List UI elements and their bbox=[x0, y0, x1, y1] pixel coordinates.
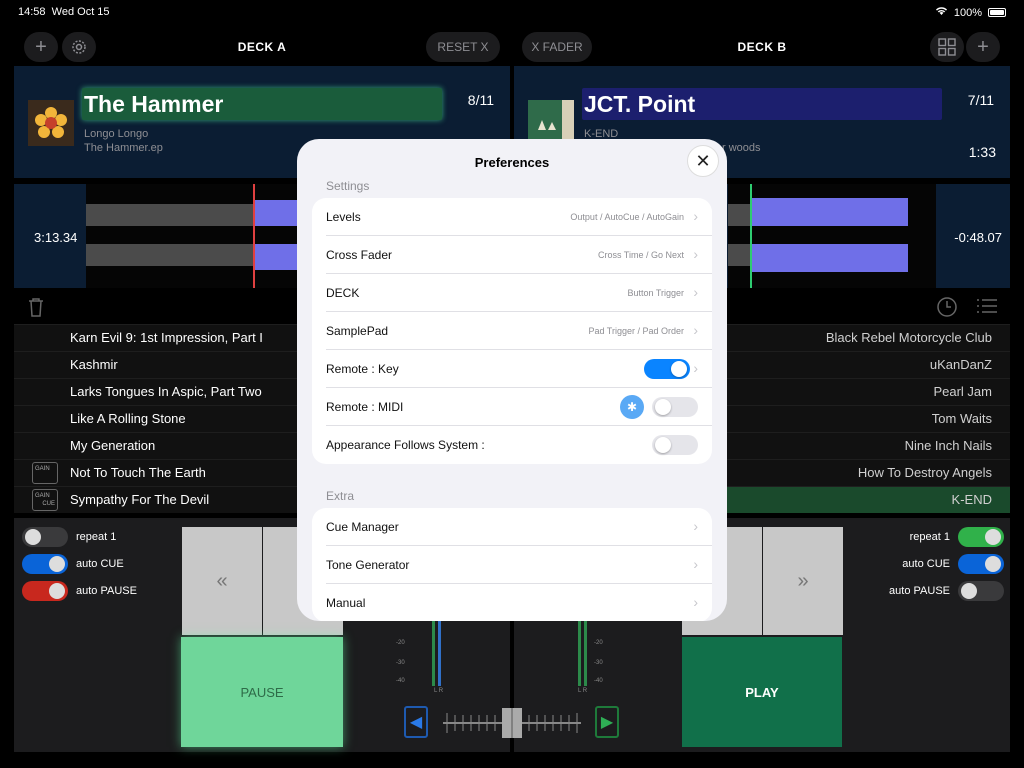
auto-pause-toggle-a-overlay[interactable]: auto PAUSE bbox=[22, 581, 137, 601]
track-count: 8/11 bbox=[467, 92, 494, 108]
extra-row-manual[interactable]: Manual › bbox=[326, 584, 712, 621]
deck-b: X FADER DECK B + JCT. Point K-END r wood… bbox=[514, 30, 1010, 601]
plus-icon: + bbox=[977, 35, 989, 58]
deck-a: + DECK A RESET X The Hammer Longo Longo … bbox=[14, 30, 510, 601]
triangle-right-icon: ▶ bbox=[600, 714, 614, 731]
deck-a-header: + DECK A RESET X bbox=[14, 30, 510, 64]
history-button[interactable] bbox=[936, 296, 958, 320]
crossfader-graphic bbox=[443, 708, 581, 738]
auto-pause-toggle-b-overlay[interactable]: auto PAUSE bbox=[889, 581, 1004, 601]
list-icon bbox=[977, 299, 997, 313]
toggle-switch[interactable] bbox=[958, 581, 1004, 601]
remote-key-toggle[interactable] bbox=[644, 359, 690, 379]
crossfader-right-button[interactable]: ▶ bbox=[595, 706, 619, 738]
list-button[interactable] bbox=[976, 296, 998, 320]
forward-button[interactable]: » bbox=[763, 527, 843, 635]
track-remaining: 1:33 bbox=[968, 144, 996, 160]
remote-midi-toggle[interactable] bbox=[652, 397, 698, 417]
chevron-right-icon: › bbox=[693, 594, 698, 610]
status-bar: 14:58 Wed Oct 15 100% bbox=[0, 0, 1024, 24]
extra-group: Cue Manager › Tone Generator › Manual › bbox=[312, 508, 712, 621]
close-button[interactable]: ✕ bbox=[687, 145, 719, 177]
dialog-title: Preferences bbox=[474, 155, 550, 170]
remaining-time: -0:48.07 bbox=[954, 230, 1002, 245]
settings-group: Levels Output / AutoCue / AutoGain › Cro… bbox=[312, 198, 712, 464]
rewind-button[interactable]: « bbox=[182, 527, 262, 635]
grid-button[interactable] bbox=[930, 32, 964, 62]
settings-row-deck[interactable]: DECK Button Trigger › bbox=[326, 274, 712, 312]
chevron-right-icon: › bbox=[693, 208, 698, 224]
clock-icon bbox=[937, 297, 957, 317]
settings-row-samplepad[interactable]: SamplePad Pad Trigger / Pad Order › bbox=[326, 312, 712, 350]
bluetooth-icon[interactable]: ✱ bbox=[620, 395, 644, 419]
album-art bbox=[28, 100, 74, 146]
crossfader-left-button[interactable]: ◀ bbox=[404, 706, 428, 738]
track-count: 7/11 bbox=[967, 92, 994, 108]
chevron-right-icon: › bbox=[693, 246, 698, 262]
level-meter-a: -20 -30 -40 L R bbox=[390, 620, 450, 695]
waveform-graphic bbox=[728, 184, 936, 288]
extra-row-cue-manager[interactable]: Cue Manager › bbox=[326, 508, 712, 546]
trash-button[interactable] bbox=[26, 296, 46, 320]
track-artist: Longo Longo bbox=[84, 128, 149, 140]
deck-b-header: X FADER DECK B + bbox=[514, 30, 1010, 64]
gain-badge: GAIN bbox=[32, 462, 58, 484]
gain-cue-badge: GAIN CUE bbox=[32, 489, 58, 511]
battery-percent: 100% bbox=[953, 6, 982, 19]
status-time: 14:58 Wed Oct 15 bbox=[18, 6, 110, 18]
settings-row-remote-key[interactable]: Remote : Key › bbox=[326, 350, 712, 388]
trash-icon bbox=[29, 298, 43, 317]
settings-row-appearance[interactable]: Appearance Follows System : bbox=[326, 426, 712, 464]
triangle-left-icon: ◀ bbox=[409, 714, 423, 731]
chevron-right-icon: › bbox=[693, 322, 698, 338]
chevron-right-icon: › bbox=[693, 556, 698, 572]
settings-row-cross-fader[interactable]: Cross Fader Cross Time / Go Next › bbox=[326, 236, 712, 274]
track-album: r woods bbox=[722, 142, 761, 154]
chevron-right-icon: › bbox=[693, 360, 698, 376]
toggle-switch[interactable] bbox=[958, 554, 1004, 574]
level-meter-b: -20 -30 -40 L R bbox=[574, 620, 634, 695]
waveform-graphic bbox=[86, 184, 298, 288]
repeat-toggle-b-overlay[interactable]: repeat 1 bbox=[910, 527, 1004, 547]
extra-row-tone-generator[interactable]: Tone Generator › bbox=[326, 546, 712, 584]
close-icon: ✕ bbox=[695, 150, 711, 171]
crossfader-slider[interactable] bbox=[443, 708, 581, 738]
preferences-dialog: Preferences ✕ Settings Levels Output / A… bbox=[297, 139, 727, 621]
reset-x-button[interactable]: RESET X bbox=[426, 32, 500, 62]
grid-icon bbox=[938, 38, 956, 56]
track-album: The Hammer.ep bbox=[84, 142, 163, 154]
extra-section-label: Extra bbox=[326, 489, 355, 503]
appearance-toggle[interactable] bbox=[652, 435, 698, 455]
elapsed-time: 3:13.34 bbox=[34, 230, 78, 245]
chevron-right-icon: › bbox=[693, 518, 698, 534]
repeat-toggle-a-overlay[interactable]: repeat 1 bbox=[22, 527, 116, 547]
track-title: JCT. Point bbox=[582, 88, 942, 120]
auto-cue-toggle-b-overlay[interactable]: auto CUE bbox=[902, 554, 1004, 574]
toggle-switch[interactable] bbox=[22, 581, 68, 601]
wifi-icon bbox=[935, 6, 948, 19]
settings-section-label: Settings bbox=[326, 179, 370, 193]
toggle-switch[interactable] bbox=[958, 527, 1004, 547]
settings-row-remote-midi[interactable]: Remote : MIDI ✱ bbox=[326, 388, 712, 426]
battery-icon bbox=[988, 8, 1006, 17]
play-button[interactable]: PLAY bbox=[682, 637, 842, 747]
chevron-right-icon: › bbox=[693, 284, 698, 300]
track-title: The Hammer bbox=[82, 88, 442, 120]
toggle-switch[interactable] bbox=[22, 554, 68, 574]
pause-button[interactable]: PAUSE bbox=[181, 637, 343, 747]
settings-row-levels[interactable]: Levels Output / AutoCue / AutoGain › bbox=[326, 198, 712, 236]
toggle-switch[interactable] bbox=[22, 527, 68, 547]
auto-cue-toggle-a-overlay[interactable]: auto CUE bbox=[22, 554, 124, 574]
add-button[interactable]: + bbox=[966, 32, 1000, 62]
